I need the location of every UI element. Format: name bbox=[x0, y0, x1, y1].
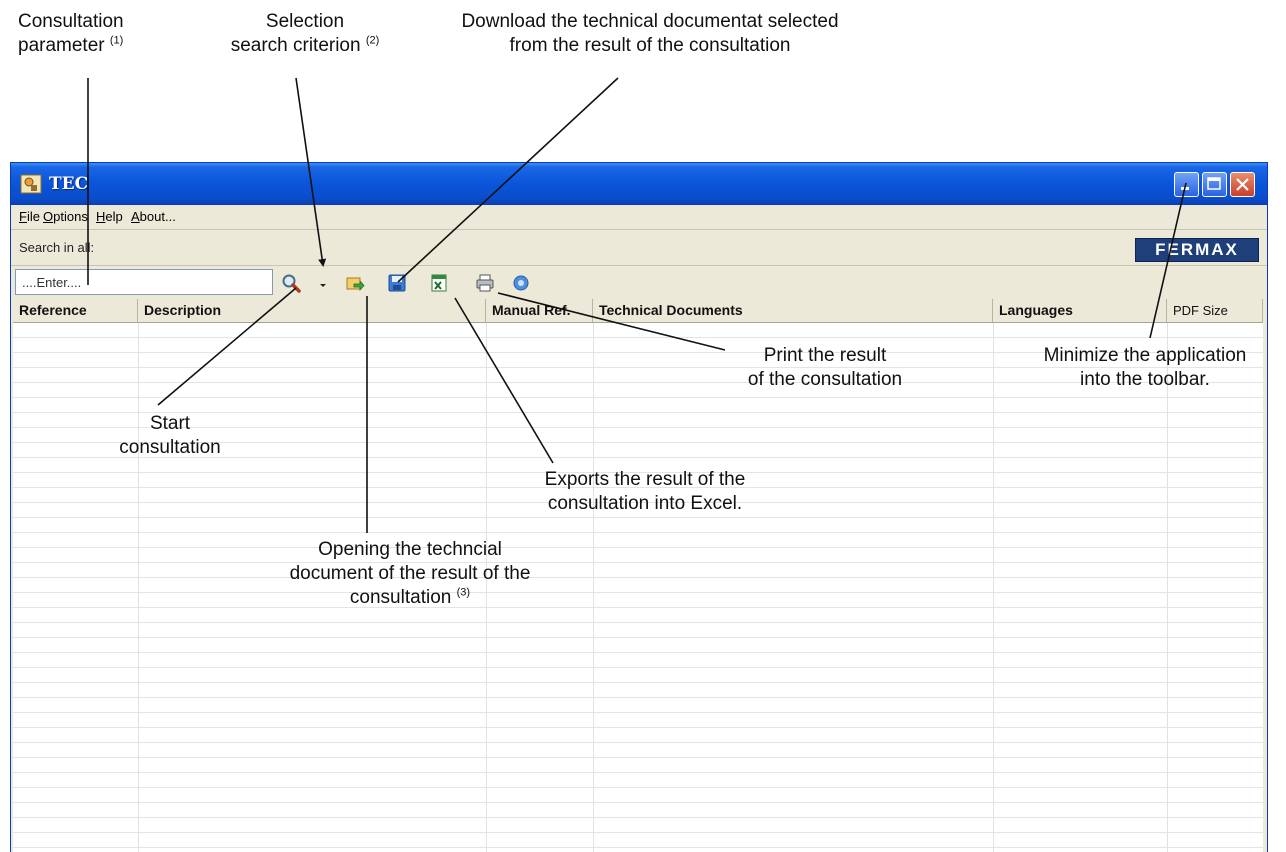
window-title: TEC bbox=[49, 174, 89, 194]
column-header-reference[interactable]: Reference bbox=[13, 299, 138, 322]
column-header-description[interactable]: Description bbox=[138, 299, 486, 322]
app-icon bbox=[20, 174, 42, 194]
close-button[interactable] bbox=[1230, 172, 1255, 197]
menu-options[interactable]: Options bbox=[43, 209, 88, 224]
help-icon[interactable] bbox=[511, 273, 531, 293]
toolbar bbox=[11, 266, 1267, 298]
annotation-download: Download the technical documentat select… bbox=[461, 11, 839, 56]
column-header-manual-ref[interactable]: Manual Ref. bbox=[486, 299, 593, 322]
column-header-technical-documents[interactable]: Technical Documents bbox=[593, 299, 993, 322]
annotation-print: Print the result of the consultation bbox=[747, 345, 903, 390]
annotation-consultation-parameter: Consultation parameter (1) bbox=[18, 11, 124, 56]
column-header-languages[interactable]: Languages bbox=[993, 299, 1167, 322]
column-divider bbox=[593, 323, 594, 852]
annotation-export-excel: Exports the result of the consultation i… bbox=[544, 469, 746, 514]
dropdown-arrow-icon[interactable] bbox=[317, 273, 329, 293]
annotation-start: Start consultation bbox=[119, 413, 221, 458]
grid-body bbox=[13, 323, 1263, 852]
annotation-minimize: Minimize the application into the toolba… bbox=[1043, 345, 1247, 390]
column-divider bbox=[1167, 323, 1168, 852]
menu-help[interactable]: Help bbox=[96, 209, 123, 224]
maximize-icon bbox=[1207, 177, 1221, 190]
column-divider bbox=[993, 323, 994, 852]
save-icon[interactable] bbox=[387, 273, 407, 293]
title-bar[interactable]: TEC bbox=[11, 163, 1267, 205]
search-label: Search in all: bbox=[19, 240, 95, 255]
fermax-logo: FERMAX bbox=[1135, 238, 1259, 262]
annotation-open-document: Opening the techncial document of the re… bbox=[289, 539, 531, 608]
close-icon bbox=[1236, 178, 1249, 191]
column-divider bbox=[138, 323, 139, 852]
menu-bar: File Options Help About... bbox=[11, 205, 1267, 229]
search-bar: Search in all: FERMAX bbox=[11, 229, 1267, 266]
search-input[interactable] bbox=[15, 269, 273, 295]
maximize-button[interactable] bbox=[1202, 172, 1227, 197]
open-document-icon[interactable] bbox=[345, 273, 365, 293]
minimize-button[interactable] bbox=[1174, 172, 1199, 197]
menu-file[interactable]: File bbox=[19, 209, 40, 224]
excel-icon[interactable] bbox=[429, 273, 449, 293]
minimize-icon bbox=[1181, 187, 1189, 190]
print-icon[interactable] bbox=[475, 273, 495, 293]
search-icon[interactable] bbox=[281, 273, 301, 293]
annotation-selection-criterion: Selection search criterion (2) bbox=[230, 11, 380, 56]
column-header-pdf-size[interactable]: PDF Size bbox=[1167, 299, 1263, 322]
grid-header: Reference Description Manual Ref. Techni… bbox=[13, 299, 1263, 323]
menu-about[interactable]: About... bbox=[131, 209, 176, 224]
